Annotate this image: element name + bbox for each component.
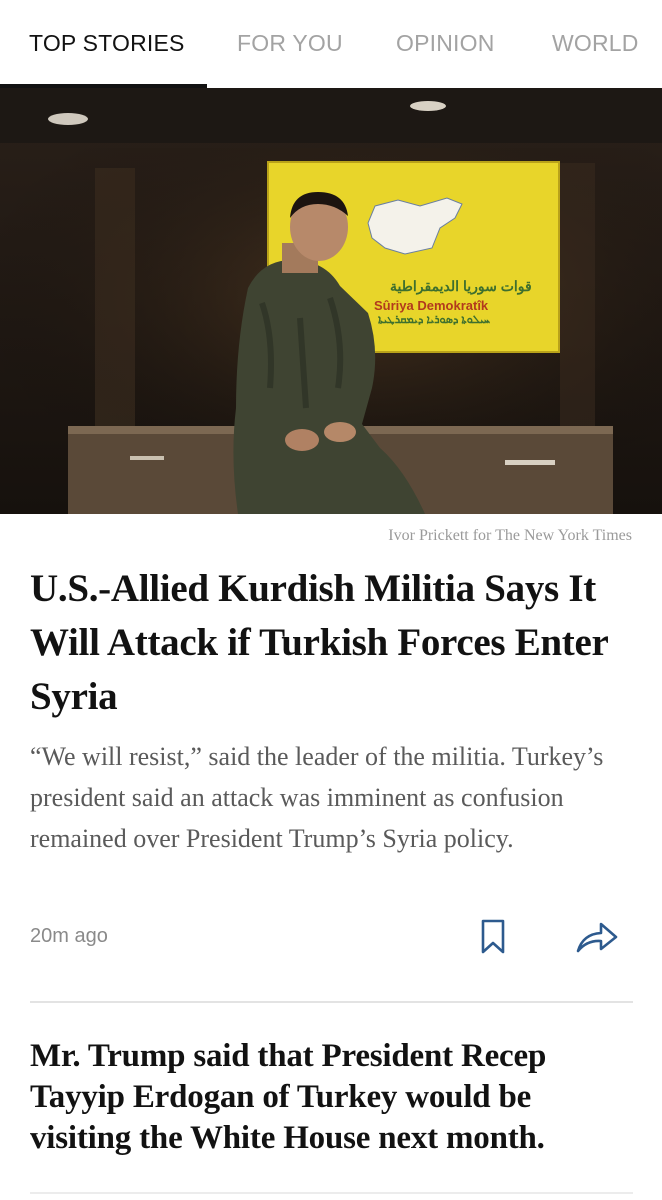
tab-for-you[interactable]: FOR YOU xyxy=(237,30,343,57)
article-headline[interactable]: U.S.-Allied Kurdish Militia Says It Will… xyxy=(30,562,640,724)
flag-arabic-text: قوات سوريا الديمقراطية xyxy=(390,278,532,294)
hero-photo[interactable]: قوات سوريا الديمقراطية Sûriya Demokratîk… xyxy=(0,88,662,514)
story-divider xyxy=(30,1001,633,1003)
flag-syriac-text: ܚܝܠܘܬܐ ܕܣܘܪܝܐ ܕܝܡܩܪܛܝܬܐ xyxy=(378,314,491,326)
section-tab-bar: TOP STORIES FOR YOU OPINION WORLD xyxy=(0,0,662,88)
article-timestamp: 20m ago xyxy=(30,925,108,947)
article-summary[interactable]: “We will resist,” said the leader of the… xyxy=(30,736,635,859)
hero-photo-scene xyxy=(0,88,662,514)
photo-credit: Ivor Prickett for The New York Times xyxy=(388,527,632,544)
bookmark-icon[interactable] xyxy=(480,919,506,955)
story-divider-bottom xyxy=(30,1192,633,1194)
next-story-headline[interactable]: Mr. Trump said that President Recep Tayy… xyxy=(30,1036,640,1159)
tab-world[interactable]: WORLD xyxy=(552,30,639,57)
flag-latin-text: Sûriya Demokratîk xyxy=(374,298,489,313)
tab-opinion[interactable]: OPINION xyxy=(396,30,495,57)
share-icon[interactable] xyxy=(575,920,619,954)
tab-top-stories[interactable]: TOP STORIES xyxy=(29,30,185,57)
